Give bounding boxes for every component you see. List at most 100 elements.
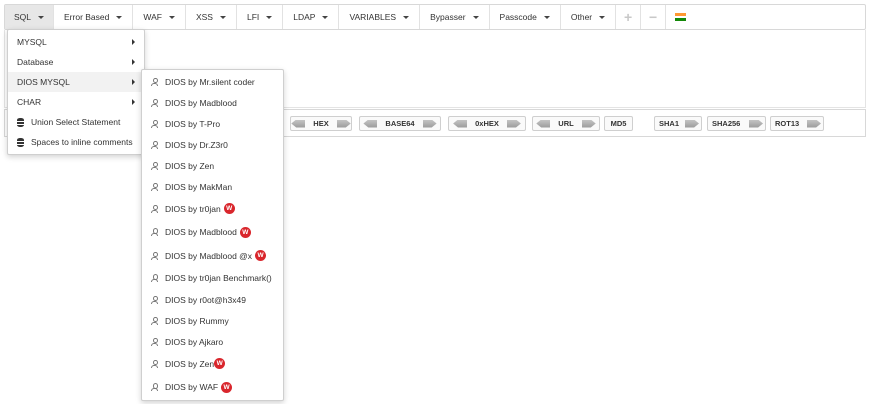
menu-other[interactable]: Other bbox=[561, 5, 617, 29]
menu-item-mysql[interactable]: MYSQL bbox=[8, 32, 144, 52]
menu-error-based[interactable]: Error Based bbox=[54, 5, 134, 29]
india-flag-icon bbox=[675, 13, 687, 22]
dios-mysql-submenu: DIOS by Mr.silent coder DIOS by Madblood… bbox=[141, 69, 284, 401]
caret-right-icon bbox=[132, 59, 135, 65]
button-label: SHA256 bbox=[712, 119, 741, 128]
sha1-button[interactable]: SHA1 bbox=[654, 116, 702, 131]
menu-variables[interactable]: VARIABLES bbox=[339, 5, 421, 29]
menu-label: XSS bbox=[195, 12, 213, 22]
arrow-right-icon bbox=[685, 119, 699, 128]
dios-item-label: DIOS by MakMan bbox=[165, 181, 233, 192]
caret-down-icon bbox=[472, 15, 479, 19]
dios-item[interactable]: DIOS by Ajkaro bbox=[142, 331, 283, 352]
user-icon bbox=[151, 98, 158, 107]
menu-item-label: Database bbox=[17, 57, 54, 67]
dios-item-label: DIOS by Ajkaro bbox=[165, 336, 224, 347]
arrow-left-icon bbox=[291, 119, 306, 128]
dios-item[interactable]: DIOS by Rummy bbox=[142, 310, 283, 331]
menu-label: LDAP bbox=[293, 12, 316, 22]
menu-item-union-select[interactable]: Union Select Statement bbox=[8, 112, 144, 132]
menu-passcode[interactable]: Passcode bbox=[490, 5, 561, 29]
menu-item-label: DIOS MYSQL bbox=[17, 77, 70, 87]
top-toolbar: SQL Error Based WAF XSS LFI LDAP VARIABL… bbox=[4, 4, 866, 30]
dios-item-label: DIOS by Rummy bbox=[165, 315, 229, 326]
caret-right-icon bbox=[132, 99, 135, 105]
waf-badge-icon: W bbox=[239, 226, 251, 238]
dios-item[interactable]: DIOS by Madblood @x W bbox=[142, 244, 283, 267]
dios-item-label: DIOS by Madblood @x bbox=[165, 250, 253, 261]
sql-dropdown-menu: MYSQL Database DIOS MYSQL CHAR Union Sel… bbox=[7, 29, 145, 155]
user-icon bbox=[151, 295, 158, 304]
dios-item[interactable]: DIOS by Zen bbox=[142, 155, 283, 176]
dios-item[interactable]: DIOS by r0ot@h3x49 bbox=[142, 289, 283, 310]
arrow-right-icon bbox=[581, 119, 596, 128]
button-label: SHA1 bbox=[659, 119, 680, 128]
caret-down-icon bbox=[322, 15, 329, 19]
dios-item-label: DIOS by T-Pro bbox=[165, 118, 221, 129]
caret-down-icon bbox=[168, 15, 175, 19]
menu-item-char[interactable]: CHAR bbox=[8, 92, 144, 112]
button-label: URL bbox=[558, 119, 574, 128]
caret-down-icon bbox=[38, 15, 45, 19]
menu-sql[interactable]: SQL bbox=[5, 5, 55, 29]
menu-xss[interactable]: XSS bbox=[186, 5, 237, 29]
language-button[interactable] bbox=[666, 5, 695, 29]
button-label: ROT13 bbox=[775, 119, 800, 128]
dios-item-label: DIOS by Mr.silent coder bbox=[165, 76, 255, 87]
menu-item-label: CHAR bbox=[17, 97, 42, 107]
rot13-button[interactable]: ROT13 bbox=[770, 116, 824, 131]
user-icon bbox=[151, 274, 158, 282]
caret-down-icon bbox=[599, 15, 606, 19]
user-icon bbox=[151, 316, 158, 325]
md5-button[interactable]: MD5 bbox=[604, 116, 633, 131]
arrow-left-icon bbox=[536, 119, 551, 128]
dios-item-label: DIOS by WAF bbox=[165, 382, 219, 392]
dios-item[interactable]: DIOS by WAF W bbox=[142, 375, 283, 399]
dios-item-label: DIOS by Zen bbox=[165, 160, 215, 171]
minus-icon[interactable]: − bbox=[641, 5, 667, 29]
menu-item-dios-mysql[interactable]: DIOS MYSQL bbox=[8, 72, 144, 92]
user-icon bbox=[151, 251, 158, 260]
plus-icon[interactable]: + bbox=[616, 5, 642, 29]
dios-item-label: DIOS by Zen bbox=[165, 358, 215, 369]
dios-item[interactable]: DIOS by Zen W bbox=[142, 352, 283, 375]
menu-bypasser[interactable]: Bypasser bbox=[420, 5, 490, 29]
waf-badge-icon: W bbox=[255, 250, 267, 261]
flag-stripe bbox=[675, 18, 687, 22]
menu-waf[interactable]: WAF bbox=[133, 5, 186, 29]
caret-down-icon bbox=[266, 15, 273, 19]
dios-item[interactable]: DIOS by Mr.silent coder bbox=[142, 71, 283, 92]
dios-item-label: DIOS by Dr.Z3r0 bbox=[165, 139, 228, 150]
dios-item[interactable]: DIOS by Madblood bbox=[142, 92, 283, 113]
dios-item[interactable]: DIOS by Madblood W bbox=[142, 220, 283, 244]
user-icon bbox=[151, 204, 158, 213]
dios-item[interactable]: DIOS by Dr.Z3r0 bbox=[142, 134, 283, 155]
dios-item-label: DIOS by tr0jan Benchmark() bbox=[165, 273, 272, 283]
dios-item-label: DIOS by Madblood bbox=[165, 97, 237, 108]
dios-item[interactable]: DIOS by tr0jan Benchmark() bbox=[142, 267, 283, 289]
0xhex-button[interactable]: 0xHEX bbox=[448, 116, 526, 131]
base64-button[interactable]: BASE64 bbox=[359, 116, 441, 131]
menu-item-spaces-inline[interactable]: Spaces to inline comments bbox=[8, 132, 144, 152]
dios-item[interactable]: DIOS by tr0jan W bbox=[142, 197, 283, 220]
arrow-left-icon bbox=[363, 119, 378, 128]
caret-down-icon bbox=[116, 15, 123, 19]
caret-down-icon bbox=[543, 15, 550, 19]
caret-down-icon bbox=[219, 15, 226, 19]
button-label: MD5 bbox=[610, 119, 627, 128]
caret-down-icon bbox=[403, 15, 410, 19]
sha256-button[interactable]: SHA256 bbox=[707, 116, 766, 131]
caret-right-icon bbox=[132, 39, 135, 45]
dios-item-label: DIOS by r0ot@h3x49 bbox=[165, 294, 246, 305]
dios-item-label: DIOS by Madblood bbox=[165, 227, 237, 237]
menu-item-database[interactable]: Database bbox=[8, 52, 144, 72]
dios-item[interactable]: DIOS by T-Pro bbox=[142, 113, 283, 134]
database-icon bbox=[17, 117, 24, 127]
url-button[interactable]: URL bbox=[532, 116, 600, 131]
waf-badge-icon: W bbox=[221, 381, 233, 393]
menu-label: Bypasser bbox=[430, 12, 466, 22]
hex-button[interactable]: HEX bbox=[290, 116, 352, 131]
menu-lfi[interactable]: LFI bbox=[237, 5, 284, 29]
dios-item[interactable]: DIOS by MakMan bbox=[142, 176, 283, 197]
menu-ldap[interactable]: LDAP bbox=[283, 5, 340, 29]
